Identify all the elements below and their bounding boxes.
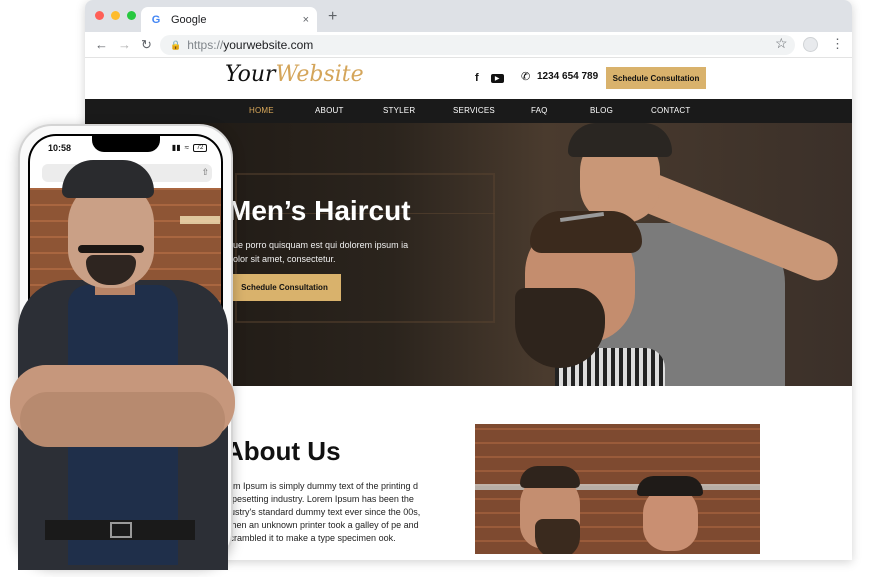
social-links: f ▶	[475, 72, 504, 84]
back-arrow-icon[interactable]: ←	[95, 37, 108, 52]
battery-icon: 72	[193, 143, 207, 152]
lock-icon: 🔒	[170, 39, 182, 50]
nav-home[interactable]: HOME	[249, 106, 274, 115]
wifi-icon: ≈	[184, 143, 189, 152]
hero-schedule-button[interactable]: Schedule Consultation	[228, 274, 341, 301]
site-header: YourWebsite f ▶ ✆ 1234 654 789 Schedule …	[85, 58, 852, 99]
phone-icon: ✆	[521, 71, 531, 83]
window-controls	[95, 11, 136, 20]
url-protocol: https://	[187, 38, 224, 52]
reload-icon[interactable]: ↻	[141, 37, 152, 53]
address-bar-row: ← → ↻ 🔒 https:// yourwebsite.com ☆ ⋮	[85, 32, 852, 58]
tab-bar: G Google × +	[85, 0, 852, 32]
about-image-person-1-hair	[520, 466, 580, 488]
phone-status-icons: ▮▮ ≈ 72	[172, 143, 207, 152]
maximize-window-button[interactable]	[127, 11, 136, 20]
phone-notch	[92, 136, 160, 152]
hero-text: que porro quisquam est qui dolorem ipsum…	[228, 240, 409, 264]
portrait-belt-buckle	[110, 522, 132, 538]
browser-tab[interactable]: G Google ×	[141, 7, 317, 32]
tab-title: Google	[171, 13, 207, 26]
new-tab-button[interactable]: +	[328, 8, 337, 26]
nav-services[interactable]: SERVICES	[453, 106, 495, 115]
url-host: yourwebsite.com	[223, 38, 314, 52]
header-phone-number: 1234 654 789	[537, 71, 599, 82]
site-nav: HOME ABOUT STYLER SERVICES FAQ BLOG CONT…	[85, 99, 852, 123]
hero-barber-cap	[568, 123, 672, 157]
youtube-icon[interactable]: ▶	[490, 73, 504, 83]
about-image-mirror	[475, 484, 760, 490]
nav-about[interactable]: ABOUT	[315, 106, 344, 115]
portrait-mustache	[78, 245, 144, 253]
menu-kebab-icon[interactable]: ⋮	[831, 36, 844, 52]
signal-icon: ▮▮	[171, 143, 181, 152]
header-schedule-button[interactable]: Schedule Consultation	[606, 67, 706, 89]
portrait-cap	[62, 160, 154, 198]
profile-avatar[interactable]	[803, 37, 818, 52]
nav-faq[interactable]: FAQ	[531, 106, 548, 115]
nav-styler[interactable]: STYLER	[383, 106, 415, 115]
facebook-icon[interactable]: f	[475, 72, 479, 84]
portrait-forearm	[20, 392, 225, 447]
about-image-person-1-beard	[535, 519, 580, 554]
about-image-person-2-cap	[637, 476, 703, 496]
about-title: About Us	[225, 436, 341, 466]
nav-blog[interactable]: BLOG	[590, 106, 613, 115]
stage: G Google × + ← → ↻ 🔒 https:// yourwebsit…	[0, 0, 875, 577]
about-image	[475, 424, 760, 554]
bookmark-star-icon[interactable]: ☆	[775, 35, 788, 52]
minimize-window-button[interactable]	[111, 11, 120, 20]
google-favicon-icon: G	[151, 13, 161, 26]
close-window-button[interactable]	[95, 11, 104, 20]
logo-text-your: Your	[225, 62, 276, 87]
url-input[interactable]: 🔒 https:// yourwebsite.com	[160, 35, 795, 55]
hero-title: Men’s Haircut	[228, 195, 411, 226]
forward-arrow-icon[interactable]: →	[118, 37, 131, 52]
about-text: rem Ipsum is simply dummy text of the pr…	[225, 481, 421, 543]
nav-contact[interactable]: CONTACT	[651, 106, 690, 115]
barber-portrait	[0, 160, 240, 570]
tab-close-icon[interactable]: ×	[303, 14, 309, 26]
phone-time: 10:58	[48, 143, 72, 153]
logo-text-website: Website	[275, 62, 364, 87]
site-logo[interactable]: YourWebsite	[225, 62, 364, 87]
